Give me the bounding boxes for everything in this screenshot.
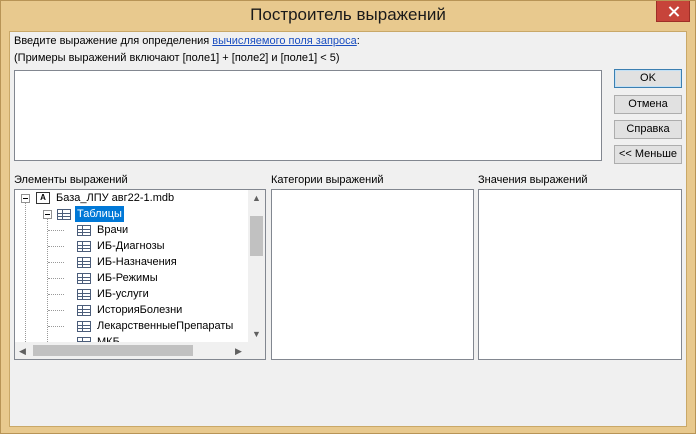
tree-item-label: ИБ-Режимы (97, 272, 158, 284)
table-icon (77, 273, 91, 284)
expression-builder-window: Построитель выражений Введите выражение … (0, 0, 696, 434)
tree-item-label: МКБ (97, 336, 120, 342)
elements-tree[interactable]: A База_ЛПУ авг22-1.mdb Таблицы Врачи ИБ-… (15, 190, 248, 342)
less-button[interactable]: << Меньше (614, 145, 682, 164)
categories-list[interactable] (271, 189, 474, 360)
tree-line (25, 198, 26, 342)
table-icon (77, 225, 91, 236)
categories-label: Категории выражений (271, 174, 384, 186)
table-icon (77, 305, 91, 316)
scroll-right-icon[interactable]: ▶ (235, 346, 242, 356)
ok-button[interactable]: OK (614, 69, 682, 88)
vertical-scrollbar[interactable]: ▲ ▼ (248, 190, 265, 342)
database-icon: A (36, 192, 50, 204)
table-icon (77, 289, 91, 300)
horizontal-scroll-thumb[interactable] (33, 345, 193, 356)
scrollbar-corner (248, 342, 265, 359)
collapse-icon[interactable] (21, 194, 30, 203)
tree-item-label: ИБ-Назначения (97, 256, 177, 268)
table-icon (77, 241, 91, 252)
tree-line (48, 326, 64, 327)
window-title: Построитель выражений (250, 5, 446, 24)
tree-line (48, 262, 64, 263)
tree-group-label: Таблицы (75, 206, 124, 222)
tree-item-label: ЛекарственныеПрепараты (97, 320, 234, 332)
elements-tree-panel[interactable]: A База_ЛПУ авг22-1.mdb Таблицы Врачи ИБ-… (14, 189, 266, 360)
tree-root-label: База_ЛПУ авг22-1.mdb (56, 192, 175, 204)
title-bar[interactable]: Построитель выражений (1, 1, 695, 31)
tree-item-label: ИБ-услуги (97, 288, 149, 300)
scroll-left-icon[interactable]: ◀ (19, 346, 26, 356)
instruction-prefix: Введите выражение для определения (14, 35, 213, 47)
horizontal-scrollbar[interactable]: ◀ ▶ (15, 342, 248, 359)
calculated-field-link[interactable]: вычисляемого поля запроса (212, 35, 356, 47)
table-icon (77, 257, 91, 268)
cancel-button[interactable]: Отмена (614, 95, 682, 114)
scroll-up-icon[interactable]: ▲ (252, 193, 261, 203)
table-icon (77, 321, 91, 332)
table-icon (57, 209, 71, 220)
help-button[interactable]: Справка (614, 120, 682, 139)
tree-line (48, 278, 64, 279)
values-label: Значения выражений (478, 174, 588, 186)
values-list[interactable] (478, 189, 682, 360)
tree-item-label: ИсторияБолезни (97, 304, 183, 316)
vertical-scroll-thumb[interactable] (250, 216, 263, 256)
tree-item-label: ИБ-Диагнозы (97, 240, 165, 252)
instruction-suffix: : (356, 35, 360, 47)
tree-line (48, 246, 64, 247)
dialog-body: Введите выражение для определения вычисл… (9, 31, 687, 427)
instruction-line-2: (Примеры выражений включают [поле1] + [п… (14, 52, 340, 64)
close-button[interactable] (656, 1, 690, 22)
tree-line (48, 230, 64, 231)
elements-label: Элементы выражений (14, 174, 128, 186)
tree-line (48, 294, 64, 295)
tree-line (48, 310, 64, 311)
instruction-line-1: Введите выражение для определения вычисл… (14, 35, 360, 47)
scroll-down-icon[interactable]: ▼ (252, 329, 261, 339)
expression-input[interactable] (14, 70, 602, 161)
tree-item-label: Врачи (97, 224, 129, 236)
collapse-icon[interactable] (43, 210, 52, 219)
